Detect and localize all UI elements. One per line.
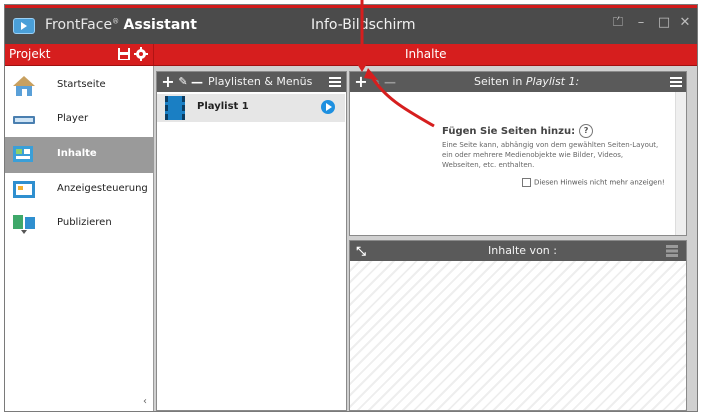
- film-icon: [165, 96, 185, 120]
- app-name-prefix: FrontFace: [45, 17, 113, 33]
- home-icon: [13, 76, 35, 96]
- sidebar-item-label: Startseite: [57, 79, 106, 90]
- pages-panel-title: Seiten in Playlist 1:: [474, 75, 579, 88]
- sidebar: Startseite Player Inhalte Anzeigesteueru…: [5, 66, 154, 411]
- menu-icon[interactable]: [670, 77, 682, 87]
- add-playlist-button[interactable]: +: [161, 73, 175, 91]
- sidebar-item-label: Anzeigesteuerung: [57, 183, 148, 194]
- list-icon[interactable]: [666, 245, 678, 257]
- annotation-arrow: [356, 0, 435, 128]
- sidebar-item-anzeigesteuerung[interactable]: Anzeigesteuerung: [5, 172, 153, 208]
- minimize-button[interactable]: –: [632, 14, 650, 32]
- hint-text: Eine Seite kann, abhängig von dem gewähl…: [442, 141, 659, 169]
- publish-icon: [13, 215, 35, 234]
- pages-title-prefix: Seiten in: [474, 75, 523, 88]
- save-icon[interactable]: [117, 47, 131, 61]
- app-name: FrontFace® Assistant: [45, 17, 197, 33]
- checkbox[interactable]: [522, 178, 531, 187]
- pages-title-playlist: Playlist 1:: [525, 75, 580, 88]
- close-button[interactable]: ✕: [676, 14, 694, 32]
- contents-panel-header: ⤡ Inhalte von :: [350, 241, 686, 261]
- schedule-icon: [13, 181, 35, 198]
- contents-panel: ⤡ Inhalte von :: [349, 240, 687, 411]
- list-item[interactable]: Playlist 1: [157, 94, 345, 122]
- sidebar-item-player[interactable]: Player: [5, 102, 153, 138]
- empty-content-area: [350, 261, 686, 410]
- gear-icon[interactable]: [134, 47, 148, 61]
- contents-panel-title: Inhalte von :: [488, 244, 557, 257]
- hide-hint-label: Diesen Hinweis nicht mehr anzeigen!: [534, 178, 665, 187]
- playlists-panel: + ✎ — Playlisten & Menüs Playlist 1: [156, 71, 347, 411]
- hide-hint-checkbox[interactable]: Diesen Hinweis nicht mehr anzeigen!: [522, 178, 665, 187]
- app-name-suffix: Assistant: [123, 17, 197, 33]
- frontface-logo-icon: [13, 18, 35, 34]
- playlists-panel-title: Playlisten & Menüs: [208, 75, 313, 88]
- content-icon: [13, 146, 33, 162]
- remove-playlist-button[interactable]: —: [190, 73, 204, 91]
- collapse-sidebar-button[interactable]: ‹: [143, 396, 147, 407]
- sidebar-item-label: Inhalte: [57, 148, 97, 159]
- playlists-panel-header: + ✎ — Playlisten & Menüs: [157, 72, 346, 92]
- sidebar-item-startseite[interactable]: Startseite: [5, 68, 153, 104]
- pin-icon[interactable]: ⏍: [609, 14, 627, 32]
- project-label[interactable]: Projekt: [9, 47, 50, 61]
- projectbar-divider: [153, 44, 154, 65]
- play-icon[interactable]: [321, 100, 335, 114]
- sidebar-item-inhalte[interactable]: Inhalte: [5, 137, 153, 173]
- sidebar-item-publizieren[interactable]: Publizieren: [5, 206, 153, 242]
- registered-mark: ®: [112, 17, 120, 26]
- help-icon[interactable]: ?: [579, 124, 594, 138]
- pages-scrollbar[interactable]: [675, 92, 686, 235]
- playlist-name: Playlist 1: [197, 101, 249, 112]
- expand-icon[interactable]: ⤡: [354, 242, 368, 260]
- sidebar-item-label: Player: [57, 113, 89, 124]
- sidebar-item-label: Publizieren: [57, 217, 112, 228]
- maximize-button[interactable]: □: [655, 14, 673, 32]
- menu-icon[interactable]: [329, 77, 341, 87]
- edit-playlist-button[interactable]: ✎: [176, 73, 190, 91]
- player-icon: [13, 116, 35, 124]
